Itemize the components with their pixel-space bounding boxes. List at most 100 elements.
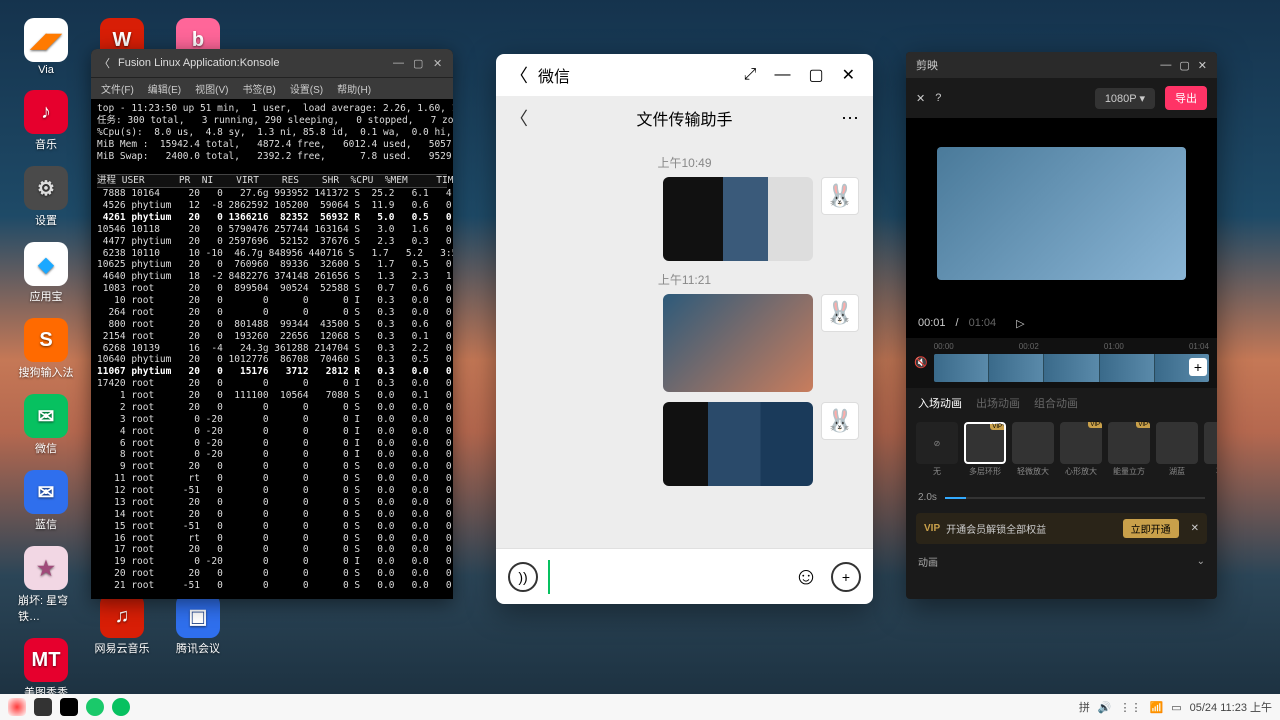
- menu-item[interactable]: 帮助(H): [337, 81, 371, 96]
- effect-item[interactable]: 轻微放大: [1012, 422, 1054, 484]
- konsole-window[interactable]: 〈 Fusion Linux Application:Konsole — ▢ ✕…: [91, 49, 453, 599]
- konsole-titlebar[interactable]: 〈 Fusion Linux Application:Konsole — ▢ ✕: [91, 49, 453, 77]
- timestamp: 上午10:49: [510, 154, 859, 171]
- emoji-icon[interactable]: ☺: [791, 562, 821, 592]
- more-icon[interactable]: ⋯: [841, 108, 859, 129]
- maximize-icon[interactable]: ▢: [413, 57, 425, 69]
- duration-value: 2.0s: [918, 492, 937, 503]
- jianying-toolbar: ✕ ? 1080P ▾ 导出: [906, 78, 1217, 118]
- close-icon[interactable]: ✕: [838, 61, 859, 89]
- desktop-icon[interactable]: ◢◤Via: [18, 18, 74, 76]
- wechat-titlebar[interactable]: 〈 微信 ⤢ — ▢ ✕: [496, 54, 873, 96]
- close-panel-icon[interactable]: ✕: [916, 92, 925, 105]
- maximize-icon[interactable]: ▢: [804, 61, 827, 89]
- wechat-window[interactable]: 〈 微信 ⤢ — ▢ ✕ 〈 文件传输助手 ⋯ 上午10:49 🐰 上午11:2…: [496, 54, 873, 604]
- wifi-icon[interactable]: 📶: [1150, 701, 1164, 714]
- jianying-window[interactable]: 剪映 — ▢ ✕ ✕ ? 1080P ▾ 导出 00:01 / 01:04 ▷ …: [906, 52, 1217, 599]
- video-track[interactable]: +: [934, 354, 1209, 382]
- effect-item[interactable]: ⊘无: [916, 422, 958, 484]
- network-icon[interactable]: ⋮⋮: [1120, 701, 1142, 714]
- back-icon[interactable]: 〈: [510, 62, 528, 88]
- vip-icon: VIP: [924, 523, 940, 534]
- export-button[interactable]: 导出: [1165, 86, 1207, 110]
- video-preview[interactable]: [906, 118, 1217, 308]
- effect-item[interactable]: VIP能量立方: [1108, 422, 1150, 484]
- image-message[interactable]: [663, 402, 813, 486]
- clock[interactable]: 05/24 11:23 上午: [1190, 699, 1272, 715]
- playback-bar: 00:01 / 01:04 ▷: [906, 308, 1217, 338]
- menu-item[interactable]: 设置(S): [290, 81, 323, 96]
- effect-item[interactable]: VIP心形放大: [1060, 422, 1102, 484]
- close-icon[interactable]: ✕: [1198, 59, 1207, 72]
- tab-0[interactable]: 入场动画: [918, 395, 962, 411]
- animation-tabs[interactable]: 入场动画出场动画组合动画: [906, 388, 1217, 418]
- minimize-icon[interactable]: —: [770, 62, 794, 88]
- desktop-icon[interactable]: ♫网易云音乐: [94, 594, 150, 656]
- task-wechat-icon[interactable]: [112, 698, 130, 716]
- konsole-menubar[interactable]: 文件(F) 编辑(E) 视图(V) 书签(B) 设置(S) 帮助(H): [91, 77, 453, 99]
- system-tray[interactable]: 拼 🔊 ⋮⋮ 📶 ▭ 05/24 11:23 上午: [1079, 699, 1272, 715]
- add-icon[interactable]: +: [831, 562, 861, 592]
- app-title: 微信: [538, 63, 570, 87]
- app-title: 剪映: [916, 57, 938, 73]
- minimize-icon[interactable]: —: [1160, 59, 1171, 71]
- expand-icon[interactable]: ⤢: [740, 62, 761, 88]
- mute-icon[interactable]: 🔇: [914, 356, 928, 369]
- chat-back-icon[interactable]: 〈: [510, 105, 528, 131]
- start-icon[interactable]: [8, 698, 26, 716]
- menu-item[interactable]: 文件(F): [101, 81, 134, 96]
- task-jianying-icon[interactable]: [60, 698, 78, 716]
- desktop-icon[interactable]: ✉微信: [18, 394, 74, 456]
- chat-body[interactable]: 上午10:49 🐰 上午11:21 🐰 🐰: [496, 140, 873, 548]
- desktop-icon[interactable]: ▣腾讯会议: [170, 594, 226, 656]
- effect-list[interactable]: ⊘无VIP多层环形轻微放大VIP心形放大VIP能量立方湖蓝 2024: [906, 418, 1217, 488]
- effect-item[interactable]: 2024: [1204, 422, 1217, 484]
- desktop-icon[interactable]: MT美图秀秀: [18, 638, 74, 700]
- desktop-icon[interactable]: ♪音乐: [18, 90, 74, 152]
- desktop-icon[interactable]: ★崩坏: 星穹铁…: [18, 546, 74, 624]
- maximize-icon[interactable]: ▢: [1179, 59, 1189, 72]
- tab-2[interactable]: 组合动画: [1034, 395, 1078, 411]
- avatar[interactable]: 🐰: [821, 294, 859, 332]
- display-icon[interactable]: ▭: [1171, 701, 1181, 714]
- message-input[interactable]: [548, 560, 781, 594]
- close-banner-icon[interactable]: ✕: [1191, 523, 1199, 534]
- chevron-down-icon[interactable]: ⌄: [1197, 556, 1205, 567]
- menu-item[interactable]: 编辑(E): [148, 81, 181, 96]
- desktop-icon[interactable]: ◆应用宝: [18, 242, 74, 304]
- vip-open-button[interactable]: 立即开通: [1123, 519, 1179, 538]
- terminal-output[interactable]: top - 11:23:50 up 51 min, 1 user, load a…: [91, 99, 453, 596]
- resolution-dropdown[interactable]: 1080P ▾: [1095, 88, 1155, 109]
- minimize-icon[interactable]: —: [393, 57, 405, 69]
- task-terminal-icon[interactable]: [34, 698, 52, 716]
- avatar[interactable]: 🐰: [821, 177, 859, 215]
- vip-banner[interactable]: VIP 开通会员解锁全部权益 立即开通 ✕: [916, 513, 1207, 544]
- menu-item[interactable]: 书签(B): [242, 81, 275, 96]
- back-icon[interactable]: 〈: [99, 55, 110, 71]
- taskbar[interactable]: 拼 🔊 ⋮⋮ 📶 ▭ 05/24 11:23 上午: [0, 694, 1280, 720]
- image-message[interactable]: [663, 294, 813, 392]
- ime-icon[interactable]: 拼: [1079, 699, 1090, 715]
- avatar[interactable]: 🐰: [821, 402, 859, 440]
- desktop-icon[interactable]: ✉蓝信: [18, 470, 74, 532]
- menu-item[interactable]: 视图(V): [195, 81, 228, 96]
- jianying-titlebar[interactable]: 剪映 — ▢ ✕: [906, 52, 1217, 78]
- image-message[interactable]: [663, 177, 813, 261]
- task-app-icon[interactable]: [86, 698, 104, 716]
- timeline[interactable]: 🔇 00:0000:0201:0001:04 +: [906, 338, 1217, 388]
- voice-icon[interactable]: )): [508, 562, 538, 592]
- effect-item[interactable]: 湖蓝: [1156, 422, 1198, 484]
- volume-icon[interactable]: 🔊: [1098, 701, 1112, 714]
- duration-row: 2.0s: [906, 488, 1217, 507]
- help-icon[interactable]: ?: [935, 92, 941, 104]
- tab-1[interactable]: 出场动画: [976, 395, 1020, 411]
- close-icon[interactable]: ✕: [433, 57, 445, 69]
- anim-section[interactable]: 动画 ⌄: [906, 550, 1217, 573]
- duration-slider[interactable]: [945, 497, 1205, 499]
- icon-label: 微信: [35, 440, 57, 456]
- desktop-icon[interactable]: ⚙设置: [18, 166, 74, 228]
- play-icon[interactable]: ▷: [1016, 317, 1024, 330]
- add-clip-button[interactable]: +: [1189, 358, 1207, 376]
- effect-item[interactable]: VIP多层环形: [964, 422, 1006, 484]
- desktop-icon[interactable]: S搜狗输入法: [18, 318, 74, 380]
